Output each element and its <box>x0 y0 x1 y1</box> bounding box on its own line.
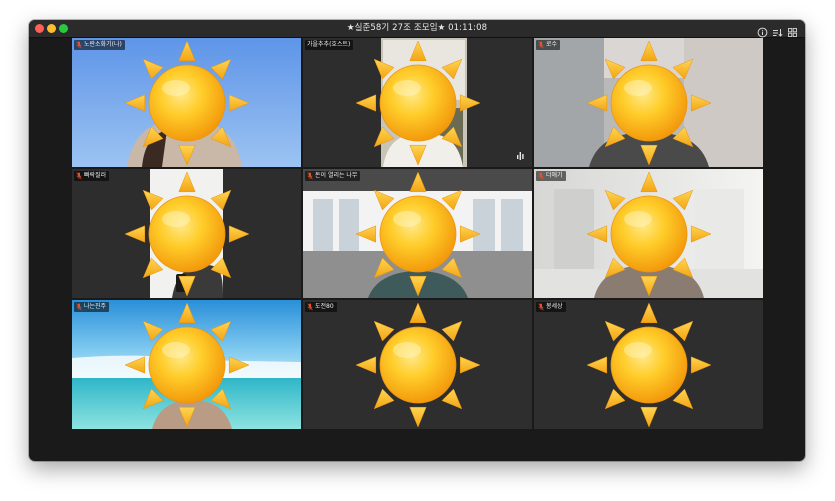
sun-emoji-icon <box>585 171 712 297</box>
sun-emoji-icon <box>354 171 481 297</box>
participant-video-tile[interactable]: 로수 <box>534 38 763 167</box>
participant-name: 로수 <box>546 41 558 48</box>
participant-name-tag: 노란소화기(나) <box>74 40 125 50</box>
sun-emoji-icon <box>123 302 250 428</box>
participant-name: 더애기 <box>546 172 563 179</box>
mic-muted-icon <box>538 172 544 180</box>
participant-video-tile[interactable]: 돈이 열리는 나무 <box>303 169 532 298</box>
sun-emoji-icon <box>585 302 712 428</box>
info-icon[interactable] <box>757 23 768 38</box>
participant-name-tag: 더애기 <box>536 171 566 181</box>
participant-name: 가을추추(호스트) <box>307 41 351 48</box>
sun-emoji-icon <box>354 40 481 166</box>
participant-video-tile[interactable]: 봉세상 <box>534 300 763 429</box>
participant-name-tag: 나는진주 <box>74 302 110 312</box>
participant-name-tag: 로수 <box>536 40 561 50</box>
sun-emoji-icon <box>123 40 250 166</box>
mic-muted-icon <box>538 303 544 311</box>
participant-video-tile[interactable]: 노란소화기(나) <box>72 38 301 167</box>
participant-name-tag: 빠락질러 <box>74 171 110 181</box>
sun-emoji-icon <box>585 40 712 166</box>
participant-name-tag: 도전80 <box>305 302 337 312</box>
mic-muted-icon <box>76 303 82 311</box>
participant-video-tile[interactable]: 도전80 <box>303 300 532 429</box>
speaking-indicator-icon <box>517 152 524 160</box>
participant-name: 빠락질러 <box>84 172 107 179</box>
participant-name: 돈이 열리는 나무 <box>315 172 358 179</box>
video-gallery: 노란소화기(나) 가을추추(호스트) 로수빠락질러 돈이 열리는 나무 더애기나는진주 도… <box>72 38 763 429</box>
mic-muted-icon <box>76 172 82 180</box>
participant-video-tile[interactable]: 나는진주 <box>72 300 301 429</box>
sun-emoji-icon <box>354 302 481 428</box>
participant-name: 노란소화기(나) <box>84 41 122 48</box>
meeting-window: ★실준58기 27조 조모임★ 01:11:08 노란소화기(나) 가을추추(호… <box>29 20 805 461</box>
window-title: ★실준58기 27조 조모임★ 01:11:08 <box>346 23 488 33</box>
participant-video-tile[interactable]: 빠락질러 <box>72 169 301 298</box>
mic-muted-icon <box>538 41 544 49</box>
participant-name: 도전80 <box>315 303 334 310</box>
mic-muted-icon <box>76 41 82 49</box>
participant-name: 봉세상 <box>546 303 563 310</box>
participant-video-tile[interactable]: 더애기 <box>534 169 763 298</box>
participant-name: 나는진주 <box>84 303 107 310</box>
participant-name-tag: 가을추추(호스트) <box>305 40 354 50</box>
mic-muted-icon <box>307 172 313 180</box>
sun-emoji-icon <box>123 171 250 297</box>
mic-muted-icon <box>307 303 313 311</box>
participant-name-tag: 봉세상 <box>536 302 566 312</box>
sort-icon[interactable] <box>772 23 783 37</box>
title-bar: ★실준58기 27조 조모임★ 01:11:08 <box>29 20 805 38</box>
gallery-view-icon[interactable] <box>787 23 798 37</box>
participant-video-tile[interactable]: 가을추추(호스트) <box>303 38 532 167</box>
participant-name-tag: 돈이 열리는 나무 <box>305 171 361 181</box>
